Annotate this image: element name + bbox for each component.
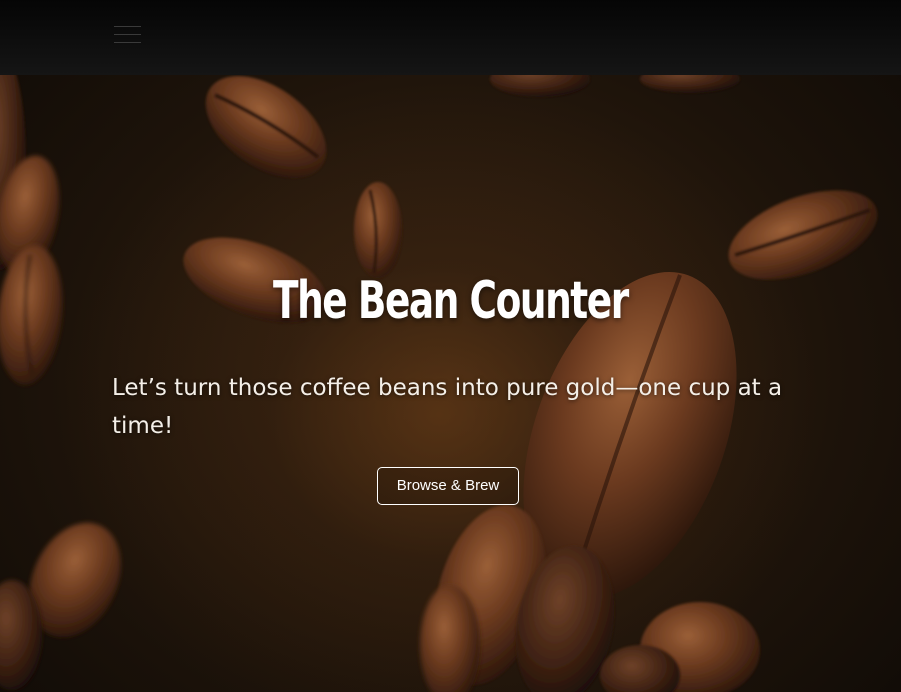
menu-line [114, 34, 141, 35]
menu-line [114, 42, 141, 43]
top-navbar [0, 0, 901, 75]
page: The Bean Counter Let’s turn those coffee… [0, 0, 901, 692]
browse-and-brew-button[interactable]: Browse & Brew [377, 467, 519, 505]
hero-content: The Bean Counter Let’s turn those coffee… [0, 75, 901, 692]
hero-subtitle: Let’s turn those coffee beans into pure … [112, 375, 783, 439]
hero-title: The Bean Counter [272, 271, 629, 331]
hero-section: The Bean Counter Let’s turn those coffee… [0, 75, 901, 692]
menu-line [114, 26, 141, 27]
hamburger-menu-icon[interactable] [114, 24, 142, 46]
